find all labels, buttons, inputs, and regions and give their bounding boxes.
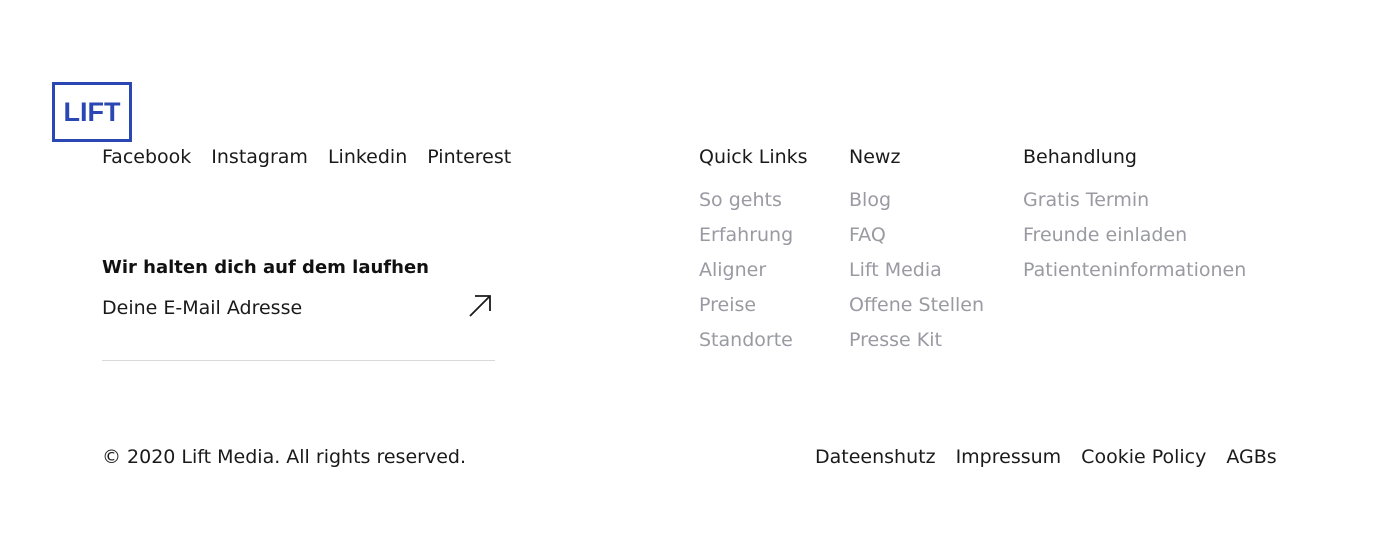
arrow-up-right-icon[interactable]: [466, 292, 494, 320]
copyright-text: © 2020 Lift Media. All rights reserved.: [102, 446, 466, 468]
link-offene-stellen[interactable]: Offene Stellen: [849, 294, 984, 329]
link-so-gehts[interactable]: So gehts: [699, 189, 808, 224]
legal-link-datenschutz[interactable]: Dateenshutz: [815, 446, 936, 468]
link-patienteninformationen[interactable]: Patienteninformationen: [1023, 259, 1246, 294]
social-link-linkedin[interactable]: Linkedin: [328, 146, 407, 168]
footer-page: LIFT Facebook Instagram Linkedin Pintere…: [0, 0, 1393, 550]
link-preise[interactable]: Preise: [699, 294, 808, 329]
link-aligner[interactable]: Aligner: [699, 259, 808, 294]
column-quick-links: Quick Links So gehts Erfahrung Aligner P…: [699, 146, 808, 364]
link-erfahrung[interactable]: Erfahrung: [699, 224, 808, 259]
column-behandlung: Behandlung Gratis Termin Freunde einlade…: [1023, 146, 1246, 294]
social-link-facebook[interactable]: Facebook: [102, 146, 191, 168]
newsletter-divider: [102, 360, 495, 361]
column-title-behandlung[interactable]: Behandlung: [1023, 146, 1246, 168]
social-link-pinterest[interactable]: Pinterest: [427, 146, 511, 168]
link-blog[interactable]: Blog: [849, 189, 984, 224]
link-presse-kit[interactable]: Presse Kit: [849, 329, 984, 364]
legal-link-impressum[interactable]: Impressum: [956, 446, 1062, 468]
legal-link-cookie-policy[interactable]: Cookie Policy: [1081, 446, 1206, 468]
social-link-instagram[interactable]: Instagram: [211, 146, 308, 168]
email-input[interactable]: [102, 297, 442, 319]
column-title-newz[interactable]: Newz: [849, 146, 984, 168]
link-lift-media[interactable]: Lift Media: [849, 259, 984, 294]
legal-links: Dateenshutz Impressum Cookie Policy AGBs: [815, 446, 1277, 468]
link-freunde-einladen[interactable]: Freunde einladen: [1023, 224, 1246, 259]
lift-logo[interactable]: LIFT: [52, 82, 132, 142]
link-gratis-termin[interactable]: Gratis Termin: [1023, 189, 1246, 224]
column-newz: Newz Blog FAQ Lift Media Offene Stellen …: [849, 146, 984, 364]
logo-text: LIFT: [63, 96, 121, 127]
link-standorte[interactable]: Standorte: [699, 329, 808, 364]
newsletter-title: Wir halten dich auf dem laufhen: [102, 257, 429, 278]
legal-link-agbs[interactable]: AGBs: [1226, 446, 1276, 468]
social-links: Facebook Instagram Linkedin Pinterest: [102, 146, 511, 168]
link-faq[interactable]: FAQ: [849, 224, 984, 259]
column-title-quick-links[interactable]: Quick Links: [699, 146, 808, 168]
